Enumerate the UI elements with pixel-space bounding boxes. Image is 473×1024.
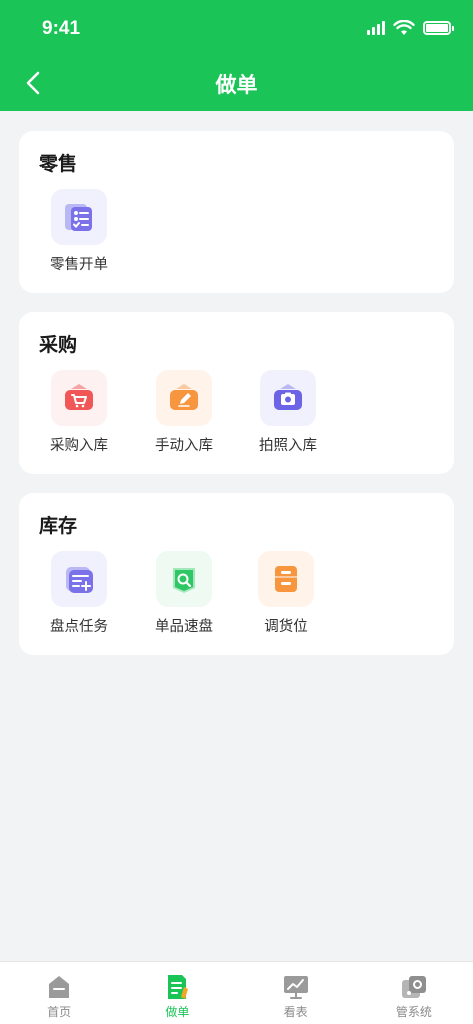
system-settings-icon: [400, 973, 428, 1001]
transfer-location-label: 调货位: [264, 619, 308, 635]
section-title: 库存: [39, 515, 78, 537]
reports-icon: [282, 973, 310, 1001]
quick-count-button[interactable]: 单品速盘: [139, 551, 229, 636]
status-time: 9:41: [42, 18, 81, 39]
tab-orders-label: 做单: [165, 1005, 190, 1019]
section-inventory: 库存 盘点任务 单品速盘 调货位: [19, 493, 454, 655]
tab-orders[interactable]: 做单: [118, 962, 236, 1024]
quick-count-label: 单品速盘: [155, 619, 213, 635]
retail-order-label: 零售开单: [50, 257, 108, 273]
purchase-inbound-button[interactable]: 采购入库: [34, 370, 124, 455]
section-retail: 零售 零售开单: [19, 131, 454, 293]
retail-order-icon: [51, 189, 107, 245]
tab-home[interactable]: 首页: [0, 962, 118, 1024]
photo-inbound-icon: [260, 370, 316, 426]
nav-bar: 做单: [0, 56, 473, 111]
orders-icon: [163, 973, 191, 1001]
purchase-inbound-label: 采购入库: [50, 438, 108, 454]
bottom-tab-bar: 首页 做单 看表 管系统: [0, 961, 473, 1024]
stocktake-task-icon: [51, 551, 107, 607]
section-purchase: 采购 采购入库 手动入库 拍照入库: [19, 312, 454, 474]
wifi-icon: [393, 20, 415, 35]
battery-icon: [423, 21, 454, 35]
stocktake-task-label: 盘点任务: [50, 619, 108, 635]
app-header: 9:41 做单: [0, 0, 473, 111]
tab-reports-label: 看表: [283, 1005, 308, 1019]
transfer-location-icon: [258, 551, 314, 607]
purchase-inbound-icon: [51, 370, 107, 426]
manual-inbound-button[interactable]: 手动入库: [139, 370, 229, 455]
quick-count-icon: [156, 551, 212, 607]
tab-system-label: 管系统: [395, 1005, 432, 1019]
photo-inbound-label: 拍照入库: [259, 438, 317, 454]
cellular-signal-icon: [367, 21, 385, 35]
tab-home-label: 首页: [47, 1005, 72, 1019]
retail-order-button[interactable]: 零售开单: [34, 189, 124, 274]
tab-system[interactable]: 管系统: [355, 962, 473, 1024]
status-bar: 9:41: [0, 0, 473, 56]
stocktake-task-button[interactable]: 盘点任务: [34, 551, 124, 636]
page-title: 做单: [215, 73, 258, 97]
manual-inbound-label: 手动入库: [155, 438, 213, 454]
home-icon: [45, 973, 73, 1001]
section-title: 零售: [39, 153, 78, 175]
photo-inbound-button[interactable]: 拍照入库: [243, 370, 333, 455]
manual-inbound-icon: [156, 370, 212, 426]
transfer-location-button[interactable]: 调货位: [241, 551, 331, 636]
section-title: 采购: [39, 334, 78, 356]
tab-reports[interactable]: 看表: [237, 962, 355, 1024]
status-icons: [367, 20, 454, 36]
